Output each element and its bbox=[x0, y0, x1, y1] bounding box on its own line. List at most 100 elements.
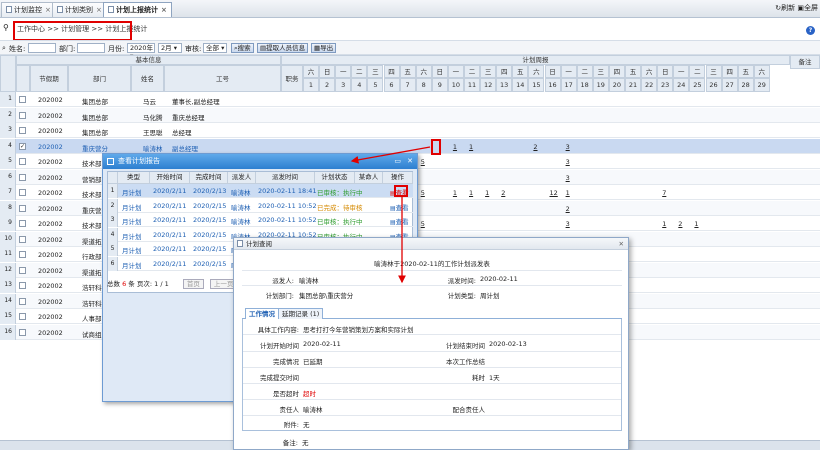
month-select[interactable]: 2月 ▾ bbox=[158, 43, 182, 53]
list-row[interactable]: 1 月计划 2020/2/11 2020/2/13 喻涛林 2020-02-11 18:4… bbox=[108, 184, 413, 198]
row-checkbox[interactable] bbox=[19, 158, 26, 165]
list-row[interactable]: 2 月计划 2020/2/11 2020/2/15 喻涛林 2020-02-11 10:5… bbox=[108, 198, 413, 213]
first-page-button[interactable]: 首页 bbox=[182, 279, 204, 289]
cell-time: 2020-02-11 10:52 bbox=[258, 216, 317, 225]
cell-plan-count[interactable]: 3 bbox=[566, 158, 570, 166]
header-day: 15 bbox=[528, 78, 545, 92]
attachment-value: 无 bbox=[303, 421, 310, 429]
list-row[interactable]: 3 月计划 2020/2/11 2020/2/15 喻涛林 2020-02-11 10:5… bbox=[108, 213, 413, 228]
view-button[interactable]: ▤查看 bbox=[390, 202, 409, 212]
cell-plan-count[interactable]: 3 bbox=[566, 174, 570, 182]
cell-plan-count[interactable]: 2 bbox=[533, 143, 537, 151]
name-input[interactable] bbox=[28, 43, 56, 53]
close-icon[interactable]: ✕ bbox=[619, 238, 624, 250]
close-icon[interactable]: × bbox=[96, 6, 102, 14]
search-icon: ⌕ bbox=[2, 44, 6, 52]
filter-bar: ⌕ 姓名: 部门: 月份: 2020年 ▾ 2月 ▾ 审核: 全部 ▾ ⌕搜索 … bbox=[0, 40, 820, 60]
tab-delay-log[interactable]: 延期记录 (1) bbox=[278, 308, 324, 319]
review-select[interactable]: 全部 ▾ bbox=[203, 43, 227, 53]
tab-plan-category[interactable]: 计划类别 × bbox=[52, 2, 107, 17]
close-icon[interactable]: × bbox=[45, 6, 51, 14]
cell-plan-count[interactable]: 1 bbox=[485, 189, 489, 197]
row-checkbox[interactable] bbox=[19, 282, 26, 289]
fullscreen-icon[interactable]: ▣ bbox=[797, 4, 804, 12]
row-checkbox[interactable] bbox=[19, 297, 26, 305]
tab-work-info[interactable]: 工作情况 bbox=[245, 308, 279, 319]
cell-name: 喻涛林 bbox=[143, 144, 163, 153]
row-checkbox[interactable] bbox=[19, 189, 26, 196]
table-row[interactable]: 1 202002 集团总部 马云 董事长,副总经理 bbox=[0, 92, 820, 107]
highlight-box bbox=[13, 21, 132, 41]
fetch-staff-button[interactable]: ▤提取人员信息 bbox=[257, 43, 309, 53]
tab-plan-monitor[interactable]: 计划监控 × bbox=[1, 2, 56, 17]
cell-plan-count[interactable]: 2 bbox=[566, 205, 570, 213]
table-row[interactable]: 4 ✓ 202002 重庆营分 喻涛林 副总经理 1 1 2 3 bbox=[0, 138, 820, 154]
dept-input[interactable] bbox=[77, 43, 105, 53]
cell-type: 月计划 bbox=[122, 247, 142, 256]
remark-value: 无 bbox=[302, 439, 309, 447]
pager-count: 6 bbox=[122, 280, 127, 288]
row-checkbox[interactable] bbox=[19, 173, 26, 181]
header-weekday: 五 bbox=[737, 65, 754, 78]
cell-plan-count[interactable]: 7 bbox=[662, 189, 666, 197]
cell-plan-count[interactable]: 1 bbox=[566, 189, 570, 197]
cell-plan-count[interactable]: 2 bbox=[501, 189, 505, 197]
row-checkbox[interactable] bbox=[19, 235, 26, 243]
cell-plan-count[interactable]: 5 bbox=[421, 158, 425, 166]
cell-plan-count[interactable]: 1 bbox=[453, 189, 457, 197]
cell-dept: 集团总部 bbox=[82, 129, 108, 137]
header-day: 4 bbox=[351, 78, 368, 92]
row-checkbox[interactable] bbox=[19, 220, 26, 227]
header-day: 3 bbox=[335, 78, 352, 92]
minimize-icon[interactable]: ▭ bbox=[394, 154, 401, 169]
refresh-button[interactable]: 刷新 bbox=[781, 4, 795, 12]
export-button[interactable]: ▦导出 bbox=[311, 43, 337, 53]
row-number-text: 15 bbox=[4, 312, 12, 319]
row-checkbox[interactable] bbox=[19, 111, 26, 119]
table-row[interactable]: 3 202002 集团总部 王思聪 总经理 bbox=[0, 123, 820, 138]
view-button[interactable]: ▤查看 bbox=[390, 216, 409, 226]
cell-plan-count[interactable]: 5 bbox=[421, 220, 425, 228]
row-checkbox[interactable] bbox=[19, 251, 26, 258]
cell-plan-count[interactable]: 12 bbox=[550, 189, 558, 197]
close-icon[interactable]: × bbox=[161, 6, 167, 14]
overdue-value: 超时 bbox=[303, 390, 316, 398]
year-select[interactable]: 2020年 ▾ bbox=[127, 43, 155, 60]
cell-plan-count[interactable]: 1 bbox=[694, 220, 698, 228]
cell-plan-count[interactable]: 2 bbox=[678, 220, 682, 228]
row-number: 7 bbox=[0, 185, 16, 200]
cell-plan-count[interactable]: 1 bbox=[469, 189, 473, 197]
tab-plan-report-stats[interactable]: 计划上报统计 × bbox=[103, 2, 172, 17]
search-button[interactable]: ⌕搜索 bbox=[231, 43, 254, 53]
row-checkbox[interactable]: ✓ bbox=[19, 142, 26, 150]
cell-plan-count[interactable]: 3 bbox=[566, 220, 570, 228]
row-number-text: 7 bbox=[8, 188, 12, 195]
cell-plan-count[interactable]: 1 bbox=[469, 143, 473, 151]
cell-workno: 副总经理 bbox=[172, 144, 198, 153]
header-group-calendar: 计划周报 bbox=[281, 55, 790, 65]
cell-code: 202002 bbox=[38, 235, 63, 244]
row-checkbox[interactable] bbox=[19, 313, 26, 320]
help-icon[interactable]: ? bbox=[806, 26, 815, 35]
table-row[interactable]: 2 202002 集团总部 马化腾 重庆总经理 bbox=[0, 107, 820, 123]
cell-plan-count[interactable]: 5 bbox=[421, 189, 425, 197]
row-checkbox[interactable] bbox=[19, 96, 26, 103]
cell-plan-count[interactable]: 3 bbox=[566, 143, 570, 151]
row-number: 4 bbox=[0, 138, 16, 154]
cell-plan-count[interactable]: 1 bbox=[453, 143, 457, 151]
cell-sender: 喻涛林 bbox=[231, 218, 251, 227]
row-checkbox[interactable] bbox=[19, 204, 26, 212]
header-code: 节假期 bbox=[30, 65, 68, 92]
row-checkbox[interactable] bbox=[19, 266, 26, 274]
fullscreen-button[interactable]: 全屏 bbox=[804, 4, 818, 12]
row-checkbox[interactable] bbox=[19, 127, 26, 134]
header-weekday: 一 bbox=[335, 65, 352, 78]
row-number: 4 bbox=[108, 227, 118, 242]
cell-end: 2020/2/15 bbox=[193, 245, 227, 254]
header-weekday: 六 bbox=[303, 65, 319, 78]
cell-plan-count[interactable]: 1 bbox=[662, 220, 666, 228]
close-icon[interactable]: ✕ bbox=[407, 154, 413, 169]
row-number-text: 11 bbox=[4, 250, 12, 257]
row-checkbox[interactable] bbox=[19, 328, 26, 336]
header-weekday: 五 bbox=[399, 65, 416, 78]
